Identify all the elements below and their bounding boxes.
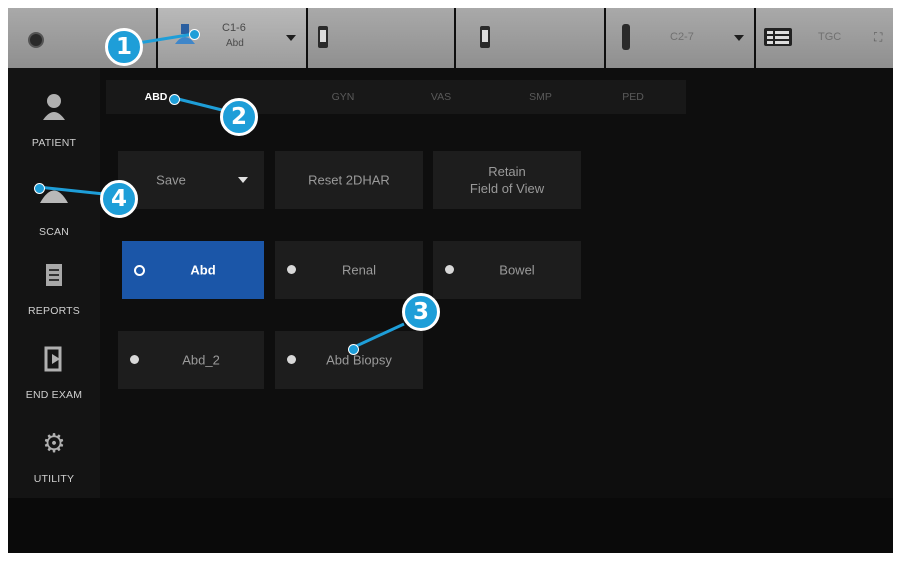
callout-4-anchor [34, 183, 45, 194]
callout-2-anchor [169, 94, 180, 105]
callout-leaders [37, 32, 405, 350]
callout-3: 3 [402, 293, 440, 331]
callout-3-anchor [348, 344, 359, 355]
ultrasound-screen: C1-6 Abd C2-7 TGC ⛶ PATIENT SCAN REPORTS… [8, 8, 893, 553]
callout-2: 2 [220, 98, 258, 136]
callout-4: 4 [100, 180, 138, 218]
callout-1-anchor [189, 29, 200, 40]
callout-1: 1 [105, 28, 143, 66]
